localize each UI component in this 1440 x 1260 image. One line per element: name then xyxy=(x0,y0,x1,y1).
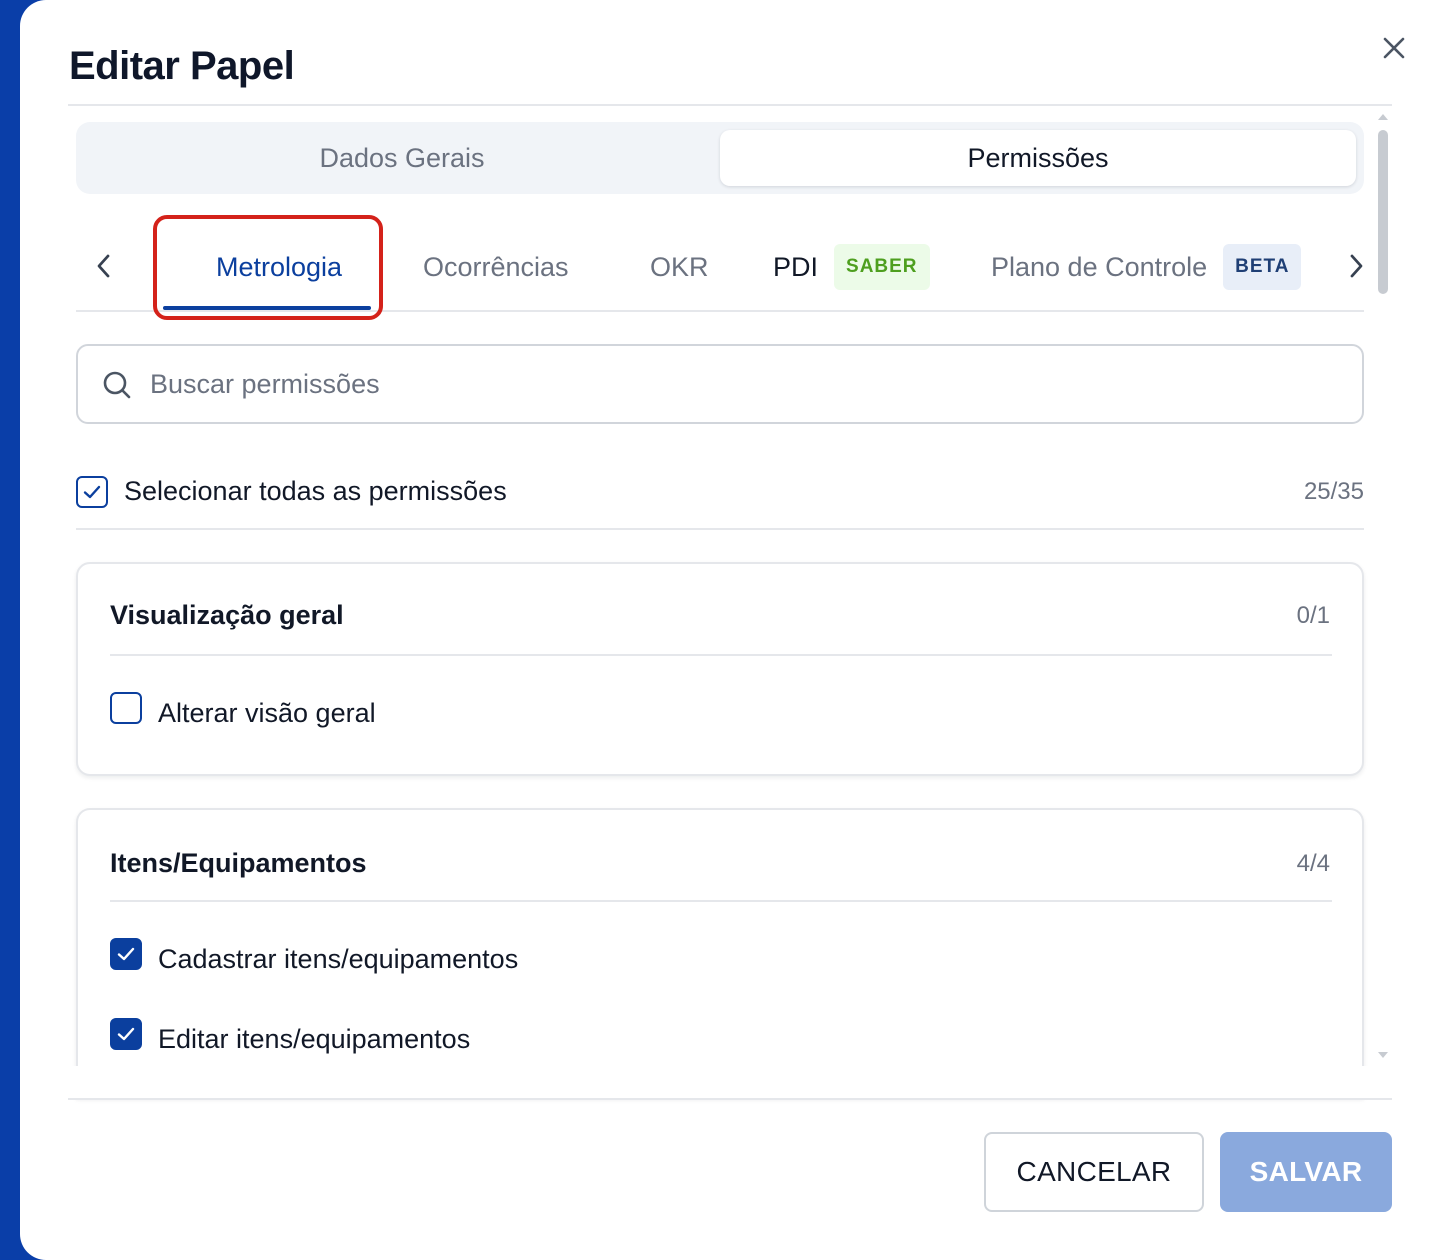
search-box xyxy=(76,344,1364,424)
module-tabs: Metrologia Ocorrências OKR PDI SABER Pla… xyxy=(76,215,1364,320)
save-button[interactable]: SALVAR xyxy=(1220,1132,1392,1212)
permission-checkbox[interactable] xyxy=(110,1018,142,1050)
permission-label: Cadastrar itens/equipamentos xyxy=(158,944,519,974)
card-divider xyxy=(110,654,1332,656)
module-tab-pdi-label: PDI xyxy=(773,251,819,282)
module-tab-okr[interactable]: OKR xyxy=(650,222,709,312)
saber-badge: SABER xyxy=(834,244,930,290)
permission-checkbox[interactable] xyxy=(110,938,142,970)
header-divider xyxy=(68,104,1392,106)
permission-group-card: Visualização geral 0/1 Alterar visão ger… xyxy=(76,562,1364,776)
permission-group-title: Visualização geral xyxy=(110,600,344,630)
module-tab-plano-de-controle[interactable]: Plano de Controle BETA xyxy=(991,222,1302,312)
module-tab-plano-label: Plano de Controle xyxy=(991,251,1208,282)
tab-permissoes[interactable]: Permissões xyxy=(720,130,1356,186)
chevron-left-icon[interactable] xyxy=(88,244,120,288)
select-all-checkbox[interactable] xyxy=(76,476,108,508)
scrollbar-thumb[interactable] xyxy=(1378,130,1388,294)
module-tab-ocorrencias[interactable]: Ocorrências xyxy=(423,222,569,312)
check-icon xyxy=(83,485,101,499)
beta-badge: BETA xyxy=(1223,244,1302,290)
select-all-row: Selecionar todas as permissões 25/35 xyxy=(76,462,1364,530)
permission-label: Editar itens/equipamentos xyxy=(158,1024,471,1054)
tab-dados-gerais[interactable]: Dados Gerais xyxy=(84,130,720,186)
select-all-count: 25/35 xyxy=(1303,478,1364,505)
cancel-button[interactable]: CANCELAR xyxy=(984,1132,1204,1212)
edit-role-dialog: Editar Papel Dados Gerais Permissões Met… xyxy=(20,0,1440,1260)
permission-group-card: Itens/Equipamentos 4/4 Cadastrar itens/e… xyxy=(76,808,1364,1098)
module-tab-metrologia[interactable]: Metrologia xyxy=(216,222,342,312)
footer-divider xyxy=(68,1098,1392,1100)
dialog-title: Editar Papel xyxy=(69,44,295,88)
permission-group-count: 4/4 xyxy=(1296,850,1330,877)
scroll-clip-mask xyxy=(60,1066,1390,1098)
check-icon xyxy=(117,1027,135,1041)
permission-label: Alterar visão geral xyxy=(158,698,376,728)
close-icon[interactable] xyxy=(1378,32,1410,64)
section-switcher: Dados Gerais Permissões xyxy=(76,122,1364,194)
permission-group-title: Itens/Equipamentos xyxy=(110,848,367,878)
permission-group-count: 0/1 xyxy=(1296,602,1330,629)
card-divider xyxy=(110,900,1332,902)
permission-checkbox[interactable] xyxy=(110,692,142,724)
select-all-label: Selecionar todas as permissões xyxy=(124,476,507,506)
check-icon xyxy=(117,947,135,961)
search-icon xyxy=(102,370,132,400)
content-scrollbar[interactable] xyxy=(1376,112,1390,1062)
chevron-right-icon[interactable] xyxy=(1340,244,1372,288)
search-input[interactable] xyxy=(150,358,1340,410)
module-tab-pdi[interactable]: PDI SABER xyxy=(773,222,930,312)
active-tab-indicator xyxy=(163,306,371,310)
scroll-down-arrow-icon xyxy=(1378,1052,1388,1058)
scroll-up-arrow-icon xyxy=(1378,114,1388,120)
